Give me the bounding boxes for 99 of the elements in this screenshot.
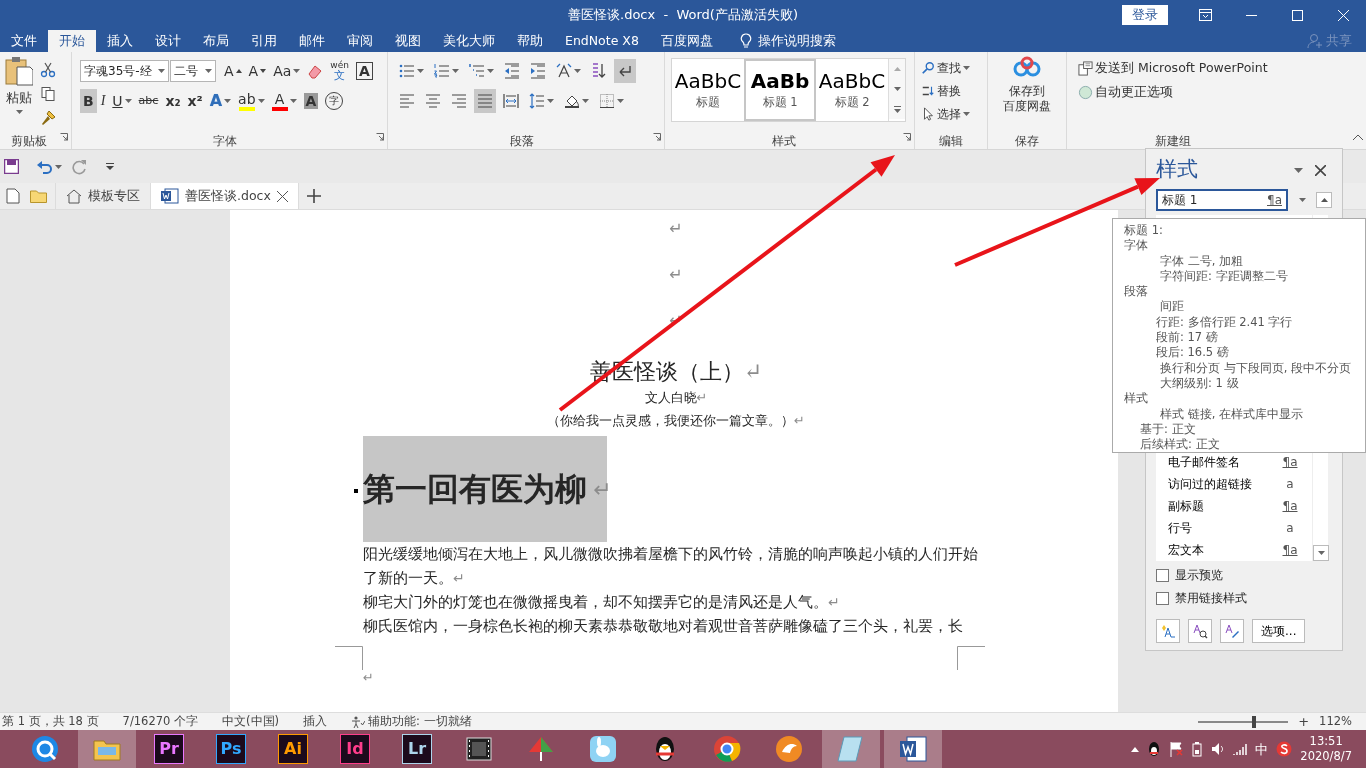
- group-label: 新建组: [1153, 133, 1192, 149]
- ribbon-tab[interactable]: EndNote X8: [554, 30, 650, 52]
- tooltip-line: 行距: 多倍行距 2.41 字行: [1156, 314, 1293, 329]
- ribbon-tab[interactable]: 引用: [240, 30, 288, 52]
- insert-mode-toggle[interactable]: 插入: [303, 712, 327, 731]
- group-label: 段落: [508, 133, 535, 149]
- checkbox-label[interactable]: 禁用链接样式: [1175, 589, 1247, 607]
- tooltip-line: 后续样式: 正文: [1140, 437, 1220, 452]
- italic-button[interactable]: I: [97, 89, 109, 113]
- options-button[interactable]: 选项...: [1252, 619, 1306, 643]
- style-list-item[interactable]: 宏文本 ¶a: [1164, 539, 1304, 561]
- select-button[interactable]: 选择: [918, 102, 984, 125]
- paragraph-mark: ↵: [794, 413, 805, 428]
- subscript-button[interactable]: x₂: [162, 89, 184, 113]
- tooltip-line: 基于: 正文: [1140, 421, 1196, 436]
- style-list-item[interactable]: 访问过的超链接 a: [1164, 473, 1304, 495]
- ribbon-tab[interactable]: 文件: [0, 30, 48, 52]
- tooltip-line: 换行和分页 与下段同页, 段中不分页: [1160, 360, 1351, 375]
- tooltip-line: 样式 链接, 在样式库中显示: [1160, 406, 1303, 421]
- centered-text: （你给我一点灵感，我便还你一篇文章。）: [547, 413, 795, 428]
- pane-title: 样式: [1156, 156, 1198, 184]
- tooltip-line: 样式: [1124, 391, 1148, 406]
- paragraph-mark: ↵: [669, 265, 683, 284]
- strike-button[interactable]: abc: [135, 89, 162, 113]
- paragraph-mark: ↵: [696, 390, 708, 405]
- shade-button[interactable]: A: [300, 89, 322, 113]
- underline-button[interactable]: U: [109, 89, 135, 113]
- status-language[interactable]: 中文(中国): [222, 712, 279, 731]
- body-paragraph: 柳宅大门外的灯笼也在微微摇曳着，却不知摆弄它的是清风还是人气。↵: [363, 592, 841, 613]
- shrink-button[interactable]: A: [245, 59, 270, 83]
- group-label: 保存: [1014, 133, 1040, 149]
- tooltip-line: 段后: 16.5 磅: [1156, 345, 1229, 360]
- tooltip-line: 字符间距: 字距调整二号: [1160, 268, 1288, 283]
- style-name-field[interactable]: 标题 1 ¶a: [1156, 189, 1288, 211]
- send-slides-button[interactable]: 发送到 Microsoft PowerPoint: [1075, 56, 1271, 80]
- clock[interactable]: 13:51 2020/8/7: [1300, 734, 1352, 764]
- ribbon-tab[interactable]: 美化大师: [432, 30, 506, 52]
- autocorrect-button[interactable]: 自动更正选项: [1075, 80, 1176, 104]
- group-label: 样式: [771, 133, 797, 149]
- tooltip-line: 段落: [1124, 284, 1148, 299]
- group-label: 编辑: [938, 133, 964, 149]
- body-paragraph: 柳氏医馆内，一身棕色长袍的柳天素恭恭敬敬地对着观世音菩萨雕像磕了三个头，礼罢，长: [363, 616, 964, 637]
- ribbon-tab[interactable]: 布局: [192, 30, 240, 52]
- status-accessibility[interactable]: 辅助功能: 一切就绪: [351, 712, 472, 731]
- tooltip-line: 字体 二号, 加粗: [1160, 253, 1243, 268]
- superscript-button[interactable]: x²: [184, 89, 206, 113]
- bold-button[interactable]: B: [80, 89, 97, 113]
- taskbar-app[interactable]: Pr: [140, 730, 198, 768]
- zoom-level[interactable]: 112%: [1319, 712, 1352, 731]
- taskbar-app[interactable]: Id: [326, 730, 384, 768]
- ribbon-tab[interactable]: 插入: [96, 30, 144, 52]
- input-method-button[interactable]: 中: [1255, 741, 1269, 757]
- group-label: 剪贴板: [9, 133, 48, 149]
- taskbar-app[interactable]: Ai: [264, 730, 322, 768]
- ribbon-tab[interactable]: 邮件: [288, 30, 336, 52]
- status-words: 7/16270 个字: [122, 712, 198, 730]
- ribbon-tab[interactable]: 百度网盘: [649, 30, 724, 52]
- font-color-button[interactable]: A: [268, 89, 300, 113]
- tooltip-line: 标题 1:: [1124, 223, 1163, 237]
- phonetic-button[interactable]: wén 文: [327, 59, 352, 83]
- paragraph-mark: ↵: [363, 670, 374, 685]
- highlight-button[interactable]: ab: [235, 89, 268, 113]
- style-list-item[interactable]: 行号 a: [1164, 517, 1304, 539]
- ribbon-tab[interactable]: 视图: [384, 30, 432, 52]
- grow-button[interactable]: A: [221, 59, 245, 83]
- ribbon-tab[interactable]: 帮助: [506, 30, 554, 52]
- paste-button[interactable]: 粘贴: [3, 56, 35, 122]
- find-button[interactable]: 查找: [918, 56, 984, 79]
- paragraph-mark: ↵: [743, 359, 763, 384]
- effects-button[interactable]: A: [206, 89, 235, 113]
- replace-button[interactable]: 替换: [918, 79, 984, 102]
- tooltip-line: 字体: [1124, 238, 1148, 253]
- taskbar-app[interactable]: Lr: [388, 730, 446, 768]
- taskbar-app[interactable]: Ps: [202, 730, 260, 768]
- tell-me-search[interactable]: 操作说明搜索: [731, 30, 844, 52]
- case-button[interactable]: Aa: [270, 59, 304, 83]
- font-name-field[interactable]: 字魂35号-经: [80, 60, 169, 82]
- ribbon-tab[interactable]: 开始: [48, 30, 96, 52]
- save-to-cloud-button[interactable]: 保存到 百度网盘: [1000, 56, 1054, 122]
- ribbon-tab[interactable]: 审阅: [336, 30, 384, 52]
- paragraph-mark: ↵: [669, 219, 683, 238]
- centered-text: 文人白晓: [644, 390, 697, 405]
- group-label: 字体: [212, 133, 238, 149]
- style-gallery-item[interactable]: AaBb 标题 1: [744, 59, 816, 121]
- style-list-item[interactable]: 副标题 ¶a: [1164, 495, 1304, 517]
- body-paragraph: 阳光缓缓地倾泻在大地上，风儿微微吹拂着屋檐下的风竹铃，清脆的响声唤起小镇的人们开始了新的一天。↵: [363, 544, 979, 589]
- tooltip-line: 大纲级别: 1 级: [1160, 375, 1239, 390]
- document-tab[interactable]: 善医怪谈.docx: [151, 183, 299, 209]
- style-list-item[interactable]: 电子邮件签名 ¶a: [1164, 451, 1304, 473]
- tooltip-line: 间距: [1160, 299, 1184, 314]
- sign-in-button[interactable]: 登录: [1122, 5, 1168, 25]
- ribbon-tab[interactable]: 设计: [144, 30, 192, 52]
- zoom-in-button[interactable]: +: [1298, 711, 1310, 732]
- tooltip-line: 段前: 17 磅: [1156, 330, 1218, 345]
- checkbox-label[interactable]: 显示预览: [1175, 566, 1223, 584]
- window-title: 善医怪谈.docx - Word(产品激活失败): [568, 6, 798, 25]
- status-page[interactable]: 第 1 页，共 18 页: [2, 712, 99, 731]
- font-size-field[interactable]: 二号: [170, 60, 216, 82]
- paragraph-mark: ↵: [593, 475, 612, 504]
